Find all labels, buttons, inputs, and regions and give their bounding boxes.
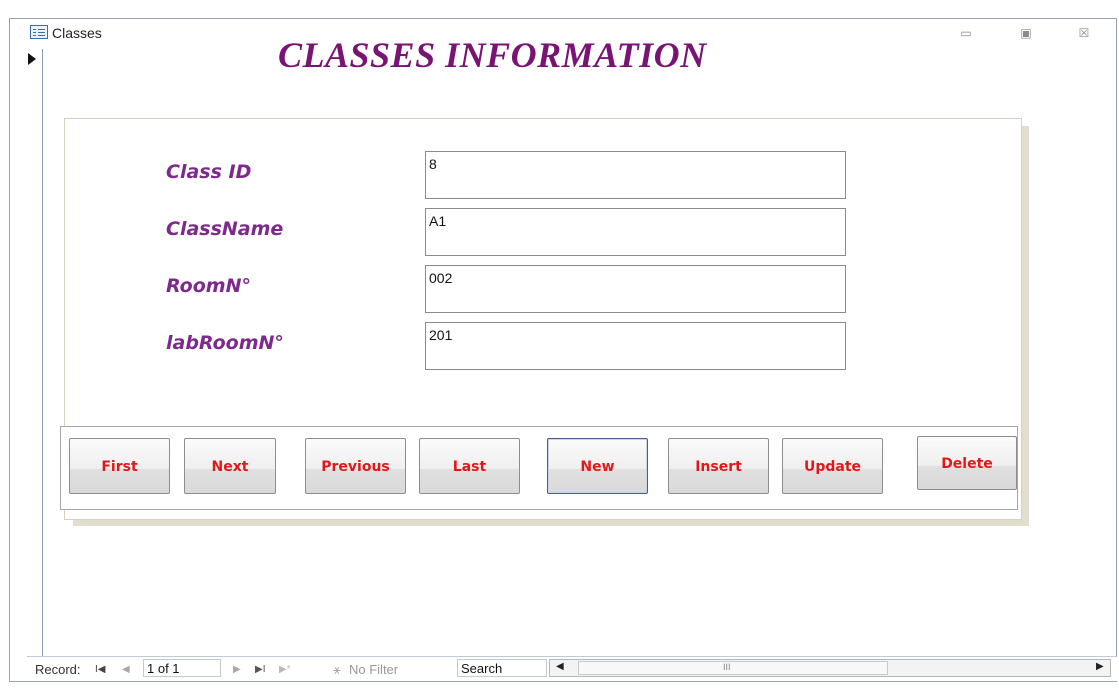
record-navigation-bar: Record: I◀ ◀ 1 of 1 ▶ ▶I ▶* ⚹ No Filter … <box>27 656 1117 681</box>
delete-button[interactable]: Delete <box>917 436 1017 490</box>
lab-room-number-field[interactable]: 201 <box>425 322 846 370</box>
current-record-arrow-icon <box>28 53 36 65</box>
no-filter-label[interactable]: No Filter <box>349 662 398 677</box>
lab-room-number-label: labRoomN° <box>166 332 284 354</box>
previous-button[interactable]: Previous <box>305 438 406 494</box>
class-name-field[interactable]: A1 <box>425 208 846 256</box>
scroll-left-icon[interactable]: ◀ <box>556 661 564 672</box>
restore-button[interactable]: ▣ <box>1014 23 1038 43</box>
last-button[interactable]: Last <box>419 438 520 494</box>
previous-record-icon[interactable]: ◀ <box>122 664 130 675</box>
minimize-button[interactable]: ▭ <box>954 23 978 43</box>
current-record-input[interactable]: 1 of 1 <box>143 659 221 677</box>
record-label: Record: <box>35 662 81 677</box>
form-icon <box>30 25 48 39</box>
last-record-icon[interactable]: ▶I <box>255 664 265 675</box>
horizontal-scrollbar[interactable]: ◀ III ▶ <box>549 659 1111 677</box>
class-id-label: Class ID <box>166 161 252 183</box>
new-button[interactable]: New <box>547 438 648 494</box>
class-id-field[interactable]: 8 <box>425 151 846 199</box>
room-number-field[interactable]: 002 <box>425 265 846 313</box>
search-input[interactable]: Search <box>457 659 547 677</box>
class-name-label: ClassName <box>166 218 284 240</box>
first-record-icon[interactable]: I◀ <box>95 664 105 675</box>
update-button[interactable]: Update <box>782 438 883 494</box>
first-button[interactable]: First <box>69 438 170 494</box>
close-button[interactable]: ☒ <box>1072 23 1096 43</box>
record-selector[interactable] <box>24 49 43 675</box>
filter-icon[interactable]: ⚹ <box>333 662 341 678</box>
next-button[interactable]: Next <box>184 438 276 494</box>
scroll-grip-icon: III <box>723 662 731 672</box>
scroll-thumb[interactable]: III <box>578 661 888 675</box>
window-title: Classes <box>52 25 102 41</box>
next-record-icon[interactable]: ▶ <box>233 664 241 675</box>
insert-button[interactable]: Insert <box>668 438 769 494</box>
new-record-icon[interactable]: ▶* <box>279 664 291 675</box>
scroll-right-icon[interactable]: ▶ <box>1096 661 1104 672</box>
form-heading: CLASSES INFORMATION <box>278 35 707 75</box>
room-number-label: RoomN° <box>166 275 251 297</box>
